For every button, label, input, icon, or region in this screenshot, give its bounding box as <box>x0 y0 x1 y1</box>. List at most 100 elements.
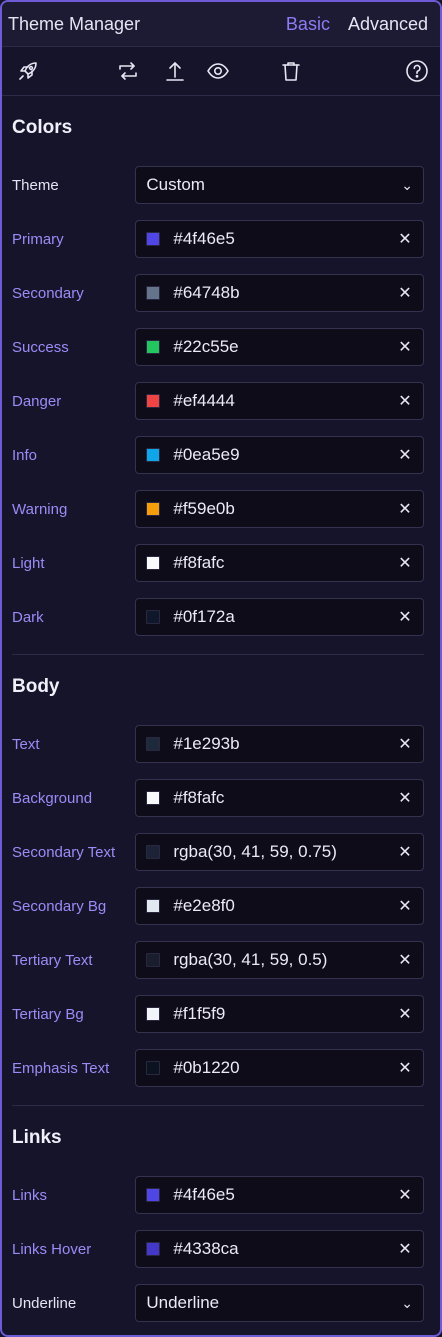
dark-color-input[interactable]: #0f172a ✕ <box>135 598 424 636</box>
links-hover-swatch[interactable] <box>146 1242 161 1256</box>
underline-select[interactable]: Underline ⌄ <box>135 1284 424 1322</box>
info-color-input[interactable]: #0ea5e9 ✕ <box>135 436 424 474</box>
panel-title: Theme Manager <box>8 13 141 34</box>
section-title-body: Body <box>12 676 60 697</box>
secondary-bg-color-input[interactable]: #e2e8f0 ✕ <box>135 887 424 925</box>
close-icon[interactable]: ✕ <box>397 734 413 754</box>
tab-advanced[interactable]: Advanced <box>348 14 428 35</box>
close-icon[interactable]: ✕ <box>397 553 413 573</box>
row-success: Success #22c55e ✕ <box>12 320 424 374</box>
background-swatch[interactable] <box>146 791 161 805</box>
close-icon[interactable]: ✕ <box>397 1239 413 1259</box>
tertiary-text-color-input[interactable]: rgba(30, 41, 59, 0.5) ✕ <box>135 941 424 979</box>
tertiary-bg-color-input[interactable]: #f1f5f9 ✕ <box>135 995 424 1033</box>
row-tertiary-bg: Tertiary Bg #f1f5f9 ✕ <box>12 987 424 1041</box>
dark-label: Dark <box>12 608 44 626</box>
row-dark: Dark #0f172a ✕ <box>12 590 424 644</box>
section-title-colors: Colors <box>12 117 73 138</box>
trash-icon[interactable] <box>277 57 305 85</box>
close-icon[interactable]: ✕ <box>397 499 413 519</box>
emphasis-text-color-input[interactable]: #0b1220 ✕ <box>135 1049 424 1087</box>
light-color-input[interactable]: #f8fafc ✕ <box>135 544 424 582</box>
rocket-icon[interactable] <box>14 57 42 85</box>
close-icon[interactable]: ✕ <box>397 950 413 970</box>
transfer-icon[interactable] <box>114 57 142 85</box>
secondary-bg-swatch[interactable] <box>146 899 161 913</box>
close-icon[interactable]: ✕ <box>397 896 413 916</box>
upload-icon[interactable] <box>161 57 189 85</box>
eye-icon[interactable] <box>204 57 232 85</box>
background-label: Background <box>12 789 93 807</box>
danger-value: #ef4444 <box>173 391 235 410</box>
close-icon[interactable]: ✕ <box>397 607 413 627</box>
danger-color-input[interactable]: #ef4444 ✕ <box>135 382 424 420</box>
tertiary-text-swatch[interactable] <box>146 953 161 967</box>
success-color-input[interactable]: #22c55e ✕ <box>135 328 424 366</box>
primary-color-input[interactable]: #4f46e5 ✕ <box>135 220 424 258</box>
close-icon[interactable]: ✕ <box>397 788 413 808</box>
row-text: Text #1e293b ✕ <box>12 717 424 771</box>
dark-swatch[interactable] <box>146 610 161 624</box>
emphasis-text-label: Emphasis Text <box>12 1059 110 1077</box>
text-label: Text <box>12 735 40 753</box>
links-value: #4f46e5 <box>173 1185 235 1204</box>
row-underline: Underline Underline ⌄ <box>12 1276 424 1330</box>
close-icon[interactable]: ✕ <box>397 445 413 465</box>
row-links: Links #4f46e5 ✕ <box>12 1168 424 1222</box>
success-swatch[interactable] <box>146 340 161 354</box>
close-icon[interactable]: ✕ <box>397 391 413 411</box>
danger-label: Danger <box>12 392 62 410</box>
secondary-value: #64748b <box>173 283 240 302</box>
warning-swatch[interactable] <box>146 502 161 516</box>
theme-label: Theme <box>12 176 59 194</box>
text-swatch[interactable] <box>146 737 161 751</box>
tab-basic[interactable]: Basic <box>286 14 330 35</box>
close-icon[interactable]: ✕ <box>397 1058 413 1078</box>
secondary-swatch[interactable] <box>146 286 161 300</box>
tertiary-bg-swatch[interactable] <box>146 1007 161 1021</box>
links-swatch[interactable] <box>146 1188 161 1202</box>
links-hover-label: Links Hover <box>12 1240 92 1258</box>
close-icon[interactable]: ✕ <box>397 337 413 357</box>
tertiary-bg-value: #f1f5f9 <box>173 1004 226 1023</box>
close-icon[interactable]: ✕ <box>397 229 413 249</box>
info-swatch[interactable] <box>146 448 161 462</box>
secondary-text-swatch[interactable] <box>146 845 161 859</box>
text-color-input[interactable]: #1e293b ✕ <box>135 725 424 763</box>
secondary-color-input[interactable]: #64748b ✕ <box>135 274 424 312</box>
success-label: Success <box>12 338 69 356</box>
row-secondary: Secondary #64748b ✕ <box>12 266 424 320</box>
section-title-links: Links <box>12 1127 62 1148</box>
close-icon[interactable]: ✕ <box>397 283 413 303</box>
emphasis-text-value: #0b1220 <box>173 1058 240 1077</box>
light-swatch[interactable] <box>146 556 161 570</box>
close-icon[interactable]: ✕ <box>397 842 413 862</box>
row-warning: Warning #f59e0b ✕ <box>12 482 424 536</box>
info-label: Info <box>12 446 38 464</box>
content: Colors Theme Custom ⌄ Primary #4f46e5 ✕ Sec… <box>2 96 440 1335</box>
primary-swatch[interactable] <box>146 232 161 246</box>
info-value: #0ea5e9 <box>173 445 240 464</box>
primary-label: Primary <box>12 230 64 248</box>
emphasis-text-swatch[interactable] <box>146 1061 161 1075</box>
tertiary-text-value: rgba(30, 41, 59, 0.5) <box>173 950 328 969</box>
links-hover-color-input[interactable]: #4338ca ✕ <box>135 1230 424 1268</box>
close-icon[interactable]: ✕ <box>397 1004 413 1024</box>
links-color-input[interactable]: #4f46e5 ✕ <box>135 1176 424 1214</box>
danger-swatch[interactable] <box>146 394 161 408</box>
warning-color-input[interactable]: #f59e0b ✕ <box>135 490 424 528</box>
secondary-text-label: Secondary Text <box>12 843 116 861</box>
close-icon[interactable]: ✕ <box>397 1185 413 1205</box>
light-value: #f8fafc <box>173 553 225 572</box>
tertiary-text-label: Tertiary Text <box>12 951 93 969</box>
help-icon[interactable] <box>403 57 431 85</box>
background-color-input[interactable]: #f8fafc ✕ <box>135 779 424 817</box>
secondary-text-color-input[interactable]: rgba(30, 41, 59, 0.75) ✕ <box>135 833 424 871</box>
theme-select[interactable]: Custom ⌄ <box>135 166 424 204</box>
theme-manager-panel: Theme Manager Basic Advanced Colors Them… <box>0 0 442 1337</box>
primary-value: #4f46e5 <box>173 229 235 248</box>
row-background: Background #f8fafc ✕ <box>12 771 424 825</box>
row-links-hover: Links Hover #4338ca ✕ <box>12 1222 424 1276</box>
row-secondary-text: Secondary Text rgba(30, 41, 59, 0.75) ✕ <box>12 825 424 879</box>
secondary-label: Secondary <box>12 284 84 302</box>
